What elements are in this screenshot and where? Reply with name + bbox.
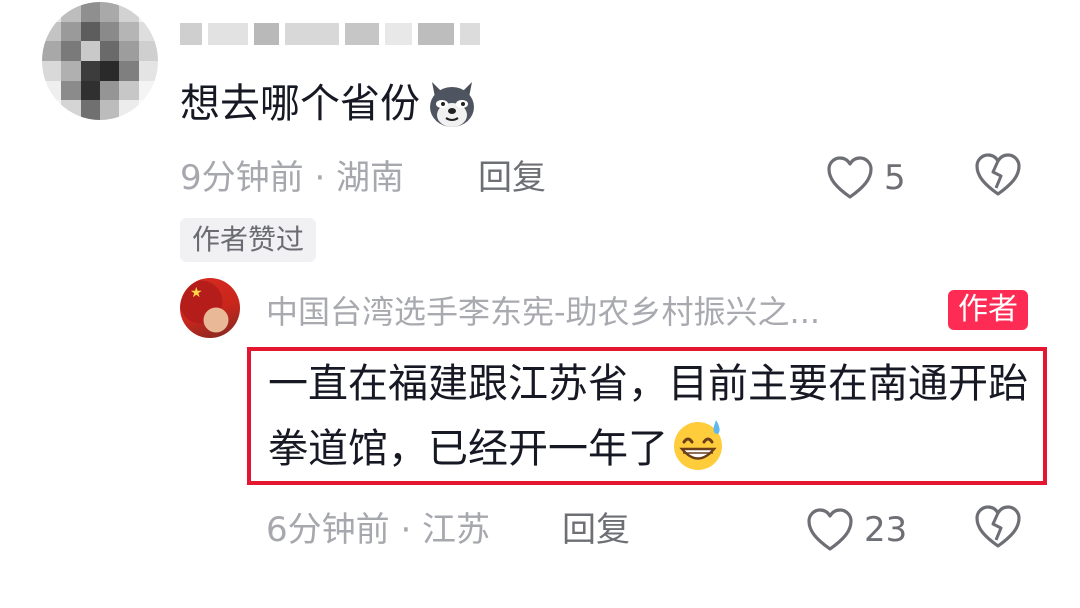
reply-dislike-button[interactable] — [974, 504, 1022, 554]
broken-heart-icon — [975, 505, 1021, 548]
reply-avatar[interactable]: ★ — [180, 278, 240, 338]
flag-star-icon: ★ — [190, 285, 203, 301]
commenter-name-blurred[interactable] — [180, 12, 480, 56]
like-count: 5 — [884, 158, 906, 198]
reply-meta: 6分钟前 · 江苏 — [266, 510, 491, 550]
comment-meta: 9分钟前 · 湖南 — [180, 158, 405, 198]
avatar[interactable] — [42, 2, 158, 120]
reply-author-name[interactable]: 中国台湾选手李东宪-助农乡村振兴之... — [266, 290, 820, 334]
reply-button[interactable]: 回复 — [478, 156, 546, 200]
dislike-button[interactable] — [974, 152, 1022, 202]
comment-text-row: 想去哪个省份 — [180, 74, 480, 134]
reply-like-count: 23 — [864, 510, 908, 550]
reply-text: 一直在福建跟江苏省，目前主要在南通开跆拳道馆，已经开一年了 — [268, 361, 1028, 472]
heart-icon — [827, 156, 873, 199]
heart-icon — [807, 508, 853, 551]
grinning-sweat-emoji — [674, 420, 722, 470]
dog-face-emoji — [430, 82, 474, 127]
author-badge: 作者 — [948, 290, 1028, 330]
author-liked-badge: 作者赞过 — [180, 218, 317, 262]
broken-heart-icon — [975, 153, 1021, 196]
comment-text: 想去哪个省份 — [180, 81, 420, 127]
reply-text-block: 一直在福建跟江苏省，目前主要在南通开跆拳道馆，已经开一年了 — [268, 352, 1038, 481]
like-button[interactable]: 5 — [826, 150, 906, 206]
reply-to-reply-button[interactable]: 回复 — [562, 508, 630, 552]
reply-like-button[interactable]: 23 — [806, 502, 907, 558]
